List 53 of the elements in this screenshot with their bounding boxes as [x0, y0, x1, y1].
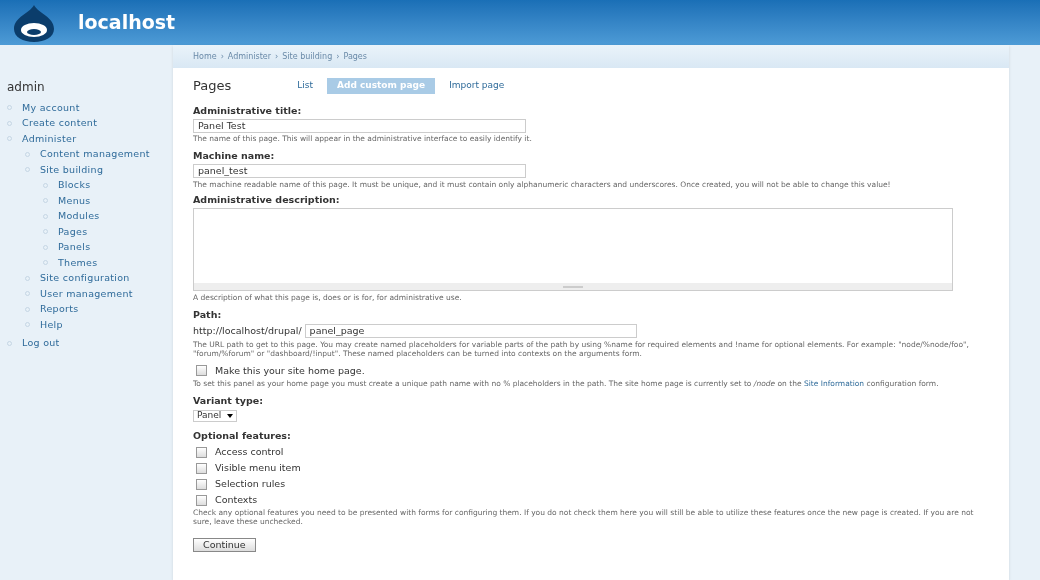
text-field[interactable]: Panel Test — [193, 118, 526, 133]
menu-link[interactable]: Modules — [58, 209, 100, 224]
menu-link[interactable]: Site building — [40, 162, 104, 177]
menu-link[interactable]: Administer — [22, 131, 77, 146]
breadcrumb-separator: › — [336, 50, 340, 63]
menu-link[interactable]: Site configuration — [40, 271, 130, 286]
breadcrumb-link[interactable]: Administer — [227, 50, 272, 63]
menu-link[interactable]: Panels — [58, 240, 91, 255]
menu-link[interactable]: Help — [40, 317, 63, 332]
checkbox-label: Access control — [215, 444, 284, 459]
checkbox-label: Selection rules — [215, 476, 286, 491]
path-prefix: http://localhost/drupal/ — [193, 323, 302, 338]
caret-icon — [227, 414, 234, 418]
text-field[interactable]: panel_test — [193, 164, 526, 178]
field-label: Administrative title: — [193, 103, 303, 118]
continue-button[interactable]: Continue — [193, 538, 256, 552]
textarea-field[interactable] — [193, 208, 953, 292]
checkbox-label: Contexts — [215, 492, 258, 507]
menu-link[interactable]: User management — [40, 286, 133, 301]
field-label: Path: — [193, 308, 223, 323]
menu-link[interactable]: Create content — [22, 116, 98, 131]
checkbox[interactable] — [196, 462, 207, 474]
menu-link[interactable]: Blocks — [58, 178, 91, 193]
tab[interactable]: Import page — [449, 78, 505, 94]
menu-link[interactable]: Pages — [58, 224, 88, 239]
checkbox[interactable] — [196, 494, 207, 506]
field-label: Machine name: — [193, 148, 276, 163]
menu-link[interactable]: Menus — [58, 193, 91, 208]
checkbox[interactable] — [196, 478, 207, 490]
page-title: Pages — [193, 77, 232, 95]
menu-link[interactable]: Themes — [58, 255, 98, 270]
checkbox[interactable] — [196, 446, 207, 458]
resize-handle[interactable] — [563, 285, 583, 288]
sidebar-title: admin — [7, 79, 46, 96]
breadcrumb-separator: › — [275, 50, 279, 63]
tab[interactable]: List — [297, 78, 313, 94]
breadcrumb-separator: › — [220, 50, 224, 63]
field-label: Administrative description: — [193, 193, 341, 207]
checkbox-label: Make this your site home page. — [215, 363, 365, 378]
checkbox-label: Visible menu item — [215, 460, 301, 475]
breadcrumb-link[interactable]: Home — [193, 50, 217, 63]
field-label: Optional features: — [193, 428, 292, 443]
text-field[interactable]: panel_page — [304, 323, 637, 338]
checkbox[interactable] — [196, 365, 207, 377]
menu-link[interactable]: Reports — [40, 302, 79, 317]
menu-link[interactable]: Content management — [40, 147, 150, 162]
breadcrumb-link[interactable]: Pages — [343, 50, 367, 63]
site-name[interactable]: localhost — [78, 8, 176, 37]
field-label: Variant type: — [193, 394, 264, 408]
menu-link[interactable]: Log out — [22, 336, 60, 351]
breadcrumb-link[interactable]: Site building — [282, 50, 333, 63]
select-field[interactable]: Panel — [193, 410, 238, 422]
menu-link[interactable]: My account — [22, 100, 80, 115]
